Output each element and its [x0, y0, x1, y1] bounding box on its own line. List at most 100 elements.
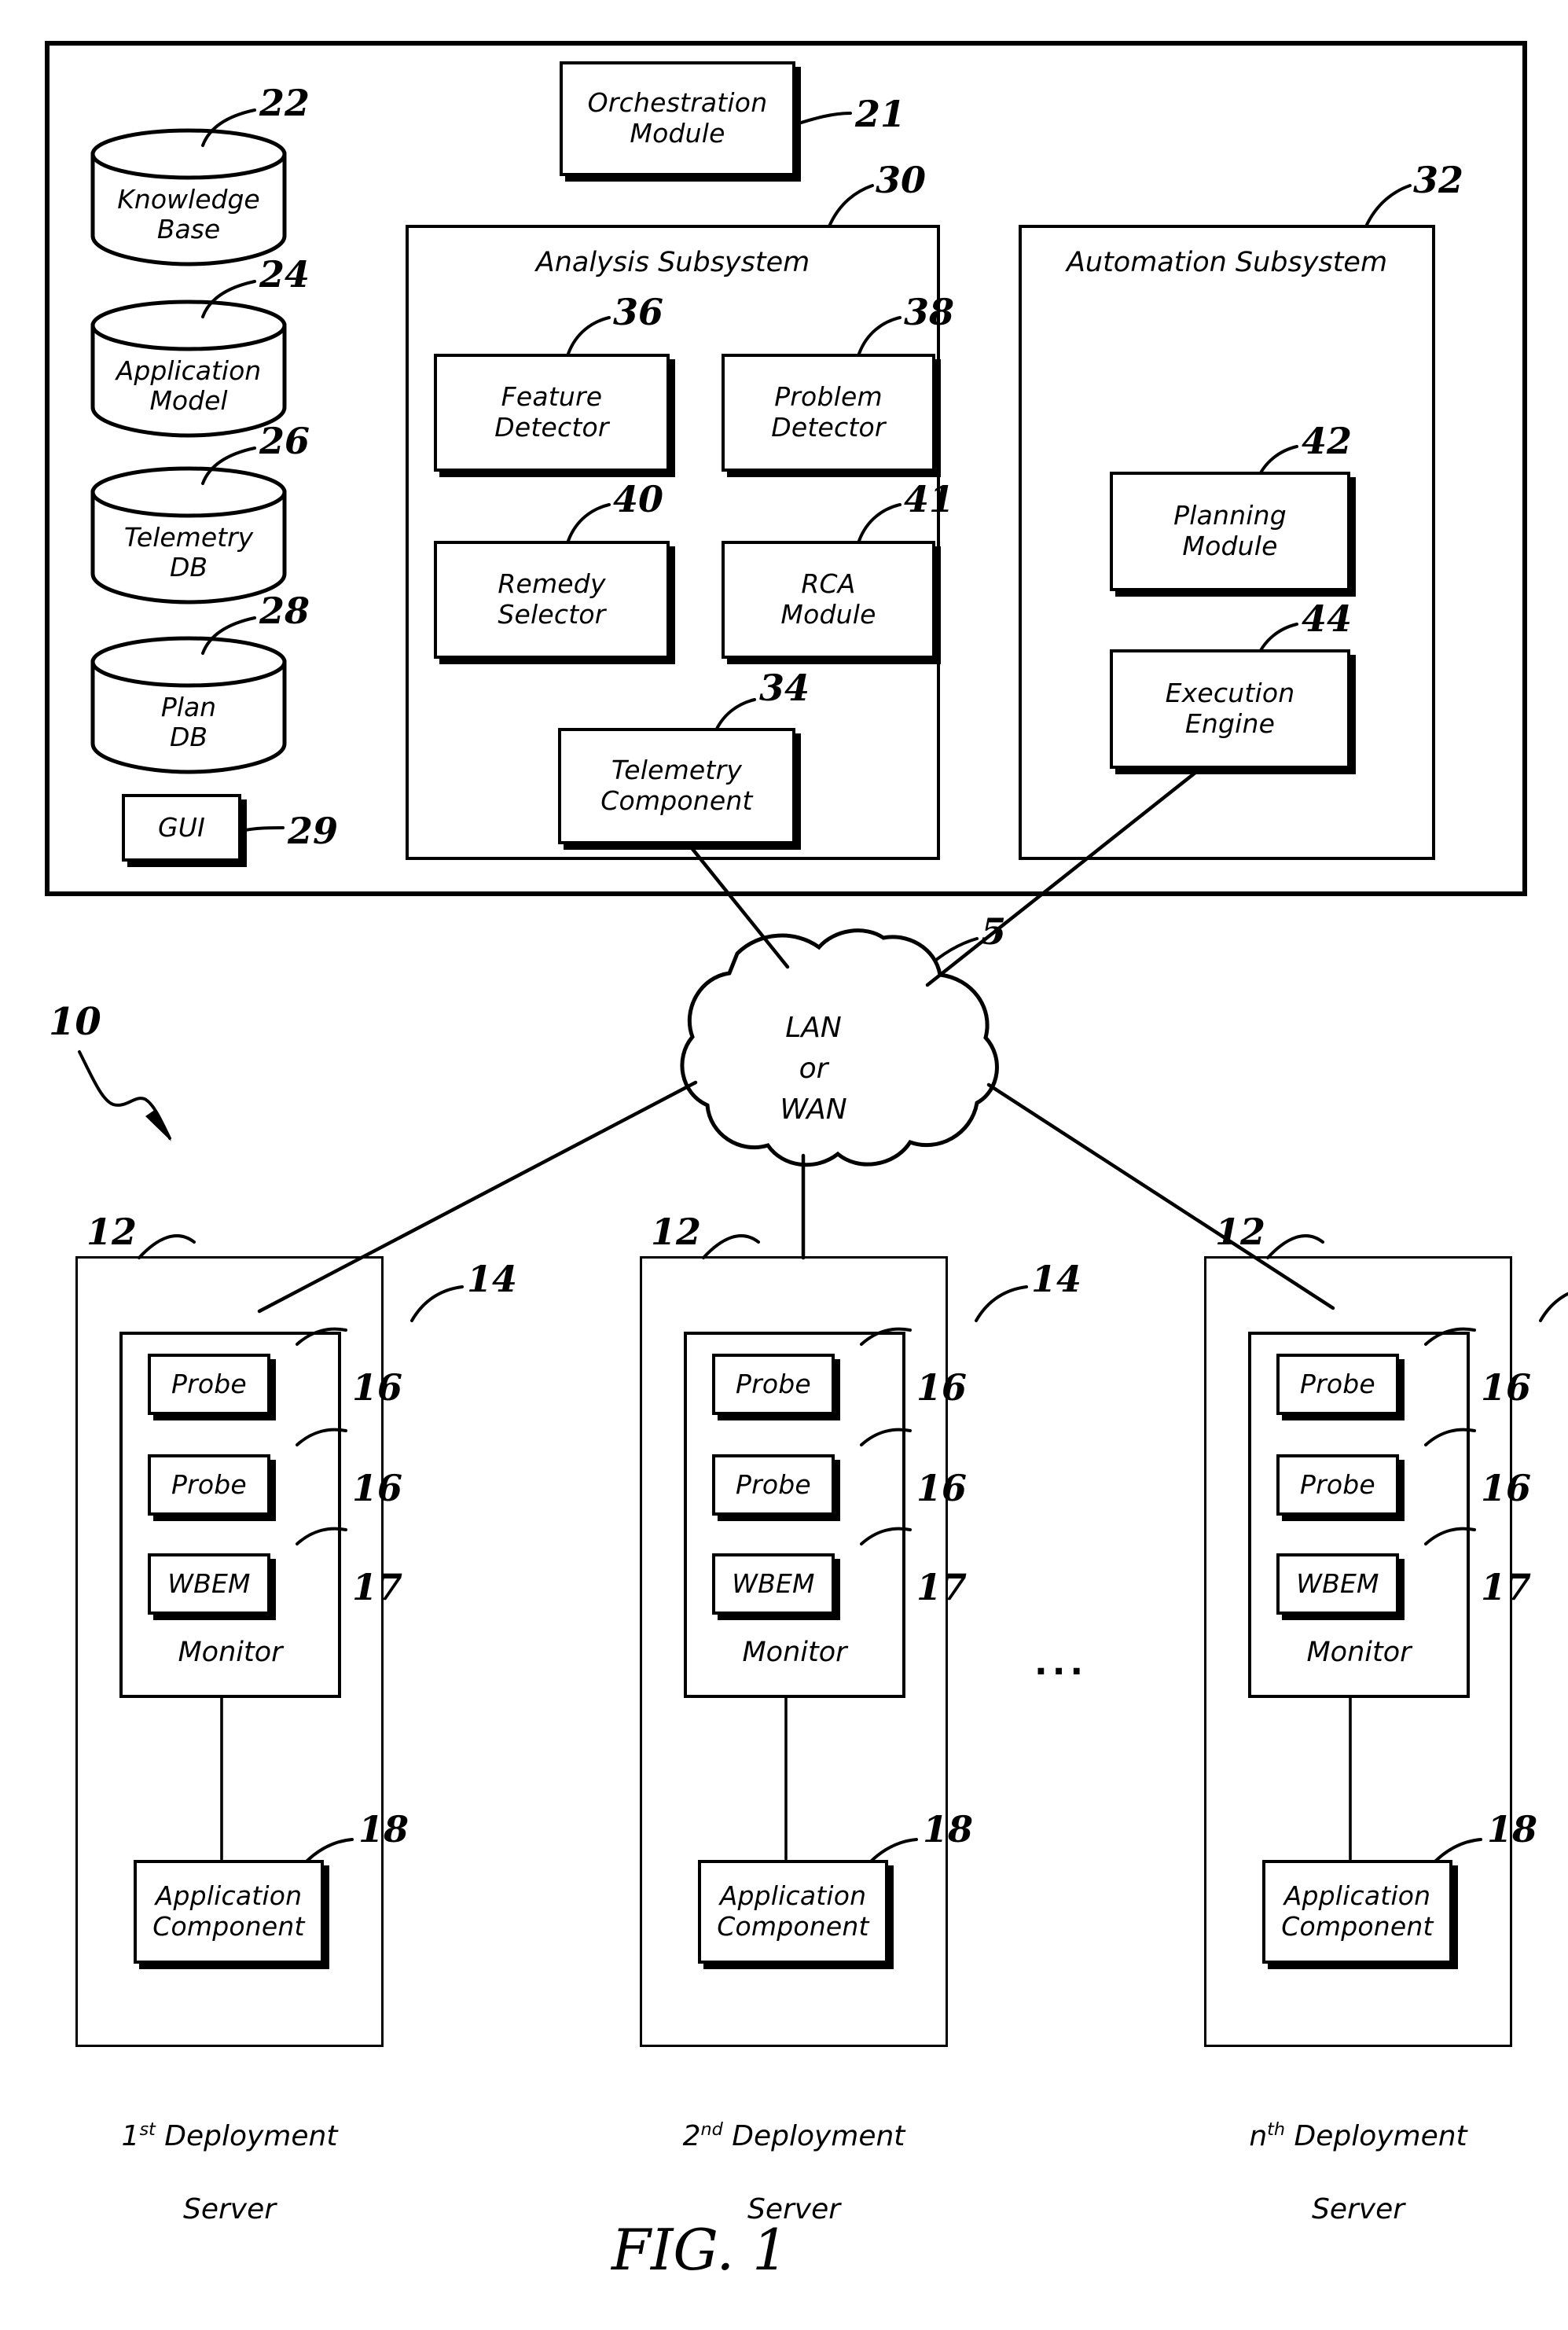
figure-title: FIG. 1	[611, 2217, 788, 2283]
datastore-label: Application Model	[116, 355, 262, 416]
gui-box[interactable]: GUI	[122, 794, 241, 862]
probe-3-2-box[interactable]: Probe	[1276, 1454, 1399, 1516]
rca-module-label: RCA Module	[780, 568, 876, 630]
ref-30: 30	[876, 159, 927, 201]
ref-16-2-2: 16	[916, 1467, 968, 1509]
ref-34: 34	[759, 667, 810, 709]
application-component-1-box[interactable]: Application Component	[134, 1860, 324, 1964]
telemetry-component-box[interactable]: Telemetry Component	[558, 728, 795, 844]
system-ref-arrow	[78, 1050, 171, 1141]
ref-12-server-3: 12	[1215, 1211, 1266, 1253]
ref-12-server-1: 12	[86, 1211, 138, 1253]
probe-2-2-box[interactable]: Probe	[712, 1454, 835, 1516]
probe-label: Probe	[736, 1468, 811, 1500]
problem-detector-box[interactable]: Problem Detector	[722, 354, 935, 472]
caption-ordinal-suffix: th	[1267, 2119, 1286, 2140]
ref-16-3-2: 16	[1481, 1467, 1532, 1509]
wbem-label: WBEM	[732, 1567, 815, 1599]
ref-18-3: 18	[1487, 1808, 1538, 1850]
patent-figure: .ln { fill:none; stroke:#000; stroke-wid…	[0, 0, 1568, 2330]
monitor-2-label: Monitor	[742, 1637, 847, 1668]
probe-label: Probe	[736, 1368, 811, 1399]
ref-44: 44	[1302, 597, 1353, 640]
ref-16-1-2: 16	[352, 1467, 403, 1509]
deployment-server-2-caption: 2nd Deployment Server	[613, 2082, 975, 2229]
probe-label: Probe	[171, 1468, 247, 1500]
analysis-subsystem-title: Analysis Subsystem	[535, 247, 810, 278]
deployment-server-3-caption: nth Deployment Server	[1177, 2082, 1539, 2229]
wbem-1-box[interactable]: WBEM	[148, 1553, 270, 1615]
ref-17-1: 17	[352, 1566, 403, 1608]
planning-module-label: Planning Module	[1173, 500, 1287, 561]
ref-38: 38	[904, 291, 955, 333]
network-cloud-label: LAN or WAN	[780, 1012, 847, 1126]
ref-5: 5	[981, 910, 1007, 953]
ref-12-server-2: 12	[651, 1211, 702, 1253]
ref-14-server-1: 14	[467, 1258, 518, 1300]
probe-2-1-box[interactable]: Probe	[712, 1354, 835, 1415]
deployment-server-1-caption: 1st Deployment Server	[49, 2082, 410, 2229]
caption-line2: Server	[182, 2193, 277, 2226]
datastore-label: Plan DB	[160, 692, 217, 752]
planning-module-box[interactable]: Planning Module	[1110, 472, 1350, 591]
automation-subsystem-title: Automation Subsystem	[1066, 247, 1388, 278]
caption-prefix: n	[1249, 2119, 1268, 2152]
ref-14-server-2: 14	[1031, 1258, 1082, 1300]
datastore-label: Telemetry DB	[123, 522, 254, 582]
caption-prefix: 1	[121, 2119, 140, 2152]
wbem-label: WBEM	[167, 1567, 251, 1599]
ref-40: 40	[613, 478, 664, 520]
monitor-3-label: Monitor	[1306, 1637, 1412, 1668]
ref-16-2-1: 16	[916, 1366, 968, 1409]
ref-21: 21	[855, 93, 906, 135]
datastore-label: Knowledge Base	[117, 184, 260, 244]
wbem-2-box[interactable]: WBEM	[712, 1553, 835, 1615]
ref-29: 29	[288, 810, 339, 852]
ref-22: 22	[259, 82, 310, 124]
caption-rest: Deployment	[155, 2119, 338, 2152]
servers-ellipsis: ...	[1034, 1643, 1089, 1683]
probe-label: Probe	[1300, 1468, 1375, 1500]
caption-rest: Deployment	[722, 2119, 905, 2152]
execution-engine-box[interactable]: Execution Engine	[1110, 649, 1350, 769]
execution-engine-label: Execution Engine	[1165, 678, 1295, 739]
ref-10: 10	[49, 1000, 101, 1044]
ref-42: 42	[1302, 420, 1353, 462]
problem-detector-label: Problem Detector	[771, 381, 886, 443]
ref-32: 32	[1413, 159, 1464, 201]
wbem-3-box[interactable]: WBEM	[1276, 1553, 1399, 1615]
telemetry-component-label: Telemetry Component	[600, 755, 753, 816]
ref-17-3: 17	[1481, 1566, 1532, 1608]
caption-line2: Server	[1311, 2193, 1405, 2226]
application-component-2-box[interactable]: Application Component	[698, 1860, 888, 1964]
ref-28: 28	[259, 590, 310, 632]
ref-26: 26	[259, 420, 310, 462]
orchestration-module-label: Orchestration Module	[587, 87, 768, 149]
application-component-label: Application Component	[1281, 1880, 1434, 1942]
probe-1-2-box[interactable]: Probe	[148, 1454, 270, 1516]
monitor-1-label: Monitor	[178, 1637, 283, 1668]
application-component-label: Application Component	[152, 1880, 305, 1942]
caption-prefix: 2	[682, 2119, 701, 2152]
probe-3-1-box[interactable]: Probe	[1276, 1354, 1399, 1415]
probe-label: Probe	[171, 1368, 247, 1399]
remedy-selector-label: Remedy Selector	[498, 568, 606, 630]
ref-18-2: 18	[923, 1808, 974, 1850]
feature-detector-box[interactable]: Feature Detector	[434, 354, 670, 472]
probe-label: Probe	[1300, 1368, 1375, 1399]
caption-rest: Deployment	[1285, 2119, 1467, 2152]
caption-ordinal-suffix: nd	[700, 2119, 723, 2140]
ref-36: 36	[613, 291, 664, 333]
feature-detector-label: Feature Detector	[494, 381, 609, 443]
ref-41: 41	[904, 478, 955, 520]
ref-16-1-1: 16	[352, 1366, 403, 1409]
application-component-3-box[interactable]: Application Component	[1262, 1860, 1452, 1964]
probe-1-1-box[interactable]: Probe	[148, 1354, 270, 1415]
gui-label: GUI	[157, 811, 206, 843]
rca-module-box[interactable]: RCA Module	[722, 541, 935, 659]
orchestration-module-box[interactable]: Orchestration Module	[560, 61, 795, 176]
wbem-label: WBEM	[1296, 1567, 1379, 1599]
caption-ordinal-suffix: st	[139, 2119, 156, 2140]
ref-16-3-1: 16	[1481, 1366, 1532, 1409]
remedy-selector-box[interactable]: Remedy Selector	[434, 541, 670, 659]
